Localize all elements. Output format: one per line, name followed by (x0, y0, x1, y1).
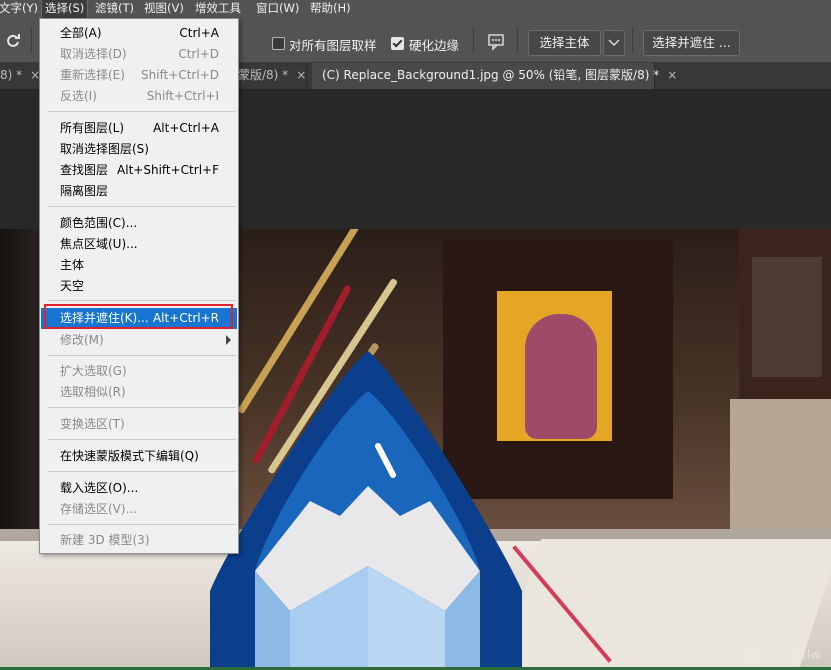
tab-title: (C) Replace_Background1.jpg @ 50% (铅笔, 图… (322, 68, 660, 82)
select-subject-button[interactable]: 选择主体 (528, 30, 601, 56)
menu-plugins[interactable]: 增效工具 (192, 0, 244, 18)
menu-separator (48, 111, 236, 112)
annotation-highlight-box (44, 304, 233, 329)
pencil-logo (210, 351, 522, 670)
tab-title: 8) * (0, 68, 23, 82)
separator (31, 27, 32, 53)
tab-replace-background[interactable]: (C) Replace_Background1.jpg @ 50% (铅笔, 图… (312, 63, 677, 89)
photo-frame-figure (525, 314, 597, 439)
select-and-mask-button[interactable]: 选择并遮住 ... (643, 30, 740, 56)
menu-separator (48, 407, 236, 408)
menu-item-find-layers[interactable]: 查找图层 Alt+Shift+Ctrl+F (41, 160, 237, 181)
menu-separator (48, 439, 236, 440)
menu-select[interactable]: 选择(S) (41, 0, 89, 18)
sample-all-layers-label: 对所有图层取样 (289, 38, 377, 53)
menu-item-color-range[interactable]: 颜色范围(C)... (41, 213, 237, 234)
hard-edge-checkbox[interactable] (391, 37, 404, 50)
menu-help[interactable]: 帮助(H) (307, 0, 354, 18)
menu-item-save-selection[interactable]: 存储选区(V)... (41, 499, 237, 520)
menu-item-similar[interactable]: 选取相似(R) (41, 382, 237, 403)
menu-item-deselect-layers[interactable]: 取消选择图层(S) (41, 139, 237, 160)
speech-bubble-icon[interactable] (487, 33, 507, 51)
menu-item-focus-area[interactable]: 焦点区域(U)... (41, 234, 237, 255)
menu-item-new-3d-model[interactable]: 新建 3D 模型(3) (41, 530, 237, 551)
submenu-arrow-icon (226, 335, 231, 345)
menu-item-modify[interactable]: 修改(M) (41, 330, 237, 351)
tab-document-1[interactable]: 8) * × (0, 63, 43, 89)
photo-frame-right-art (752, 257, 822, 377)
menu-item-subject[interactable]: 主体 (41, 255, 237, 276)
select-subject-dropdown[interactable] (603, 30, 625, 56)
menu-item-all[interactable]: 全部(A) Ctrl+A (41, 23, 237, 44)
menu-item-all-layers[interactable]: 所有图层(L) Alt+Ctrl+A (41, 118, 237, 139)
menu-separator (48, 206, 236, 207)
menu-item-quick-mask[interactable]: 在快速蒙版模式下编辑(Q) (41, 446, 237, 467)
menu-item-load-selection[interactable]: 载入选区(O)... (41, 478, 237, 499)
separator (632, 27, 633, 53)
tab-title: 蒙版/8) * (238, 68, 289, 82)
menubar: 文字(Y) 选择(S) 滤镜(T) 视图(V) 增效工具 窗口(W) 帮助(H) (0, 0, 831, 18)
menu-item-transform-selection[interactable]: 变换选区(T) (41, 414, 237, 435)
menu-item-isolate-layers[interactable]: 隔离图层 (41, 181, 237, 202)
separator (517, 27, 518, 53)
menu-separator (48, 471, 236, 472)
hard-edge-label: 硬化边缘 (409, 38, 460, 53)
menu-item-sky[interactable]: 天空 (41, 276, 237, 297)
watermark: CSDN @cwtlw (729, 647, 821, 662)
menu-filter[interactable]: 滤镜(T) (92, 0, 137, 18)
menu-separator (48, 355, 236, 356)
menu-item-grow[interactable]: 扩大选取(G) (41, 361, 237, 382)
menu-view[interactable]: 视图(V) (141, 0, 187, 18)
menu-separator (48, 300, 236, 301)
menu-item-inverse[interactable]: 反选(I) Shift+Ctrl+I (41, 86, 237, 107)
close-icon[interactable]: × (667, 68, 677, 82)
menu-separator (48, 524, 236, 525)
chevron-down-icon (608, 39, 620, 46)
menu-item-deselect[interactable]: 取消选择(D) Ctrl+D (41, 44, 237, 65)
separator (473, 27, 474, 53)
tab-document-2[interactable]: 蒙版/8) * × (238, 63, 307, 89)
sample-all-layers-checkbox[interactable] (272, 37, 285, 50)
close-icon[interactable]: × (296, 68, 306, 82)
menu-text[interactable]: 文字(Y) (0, 0, 41, 18)
menu-item-reselect[interactable]: 重新选择(E) Shift+Ctrl+D (41, 65, 237, 86)
select-menu-dropdown: 全部(A) Ctrl+A 取消选择(D) Ctrl+D 重新选择(E) Shift+C… (39, 18, 239, 554)
refresh-icon[interactable] (5, 33, 21, 49)
menu-window[interactable]: 窗口(W) (253, 0, 302, 18)
